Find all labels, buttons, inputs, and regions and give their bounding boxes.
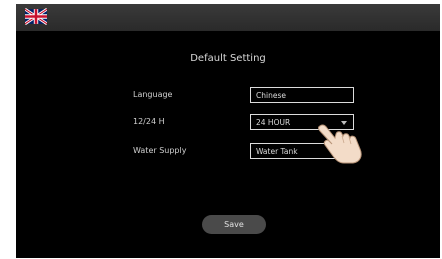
- pointing-hand-icon: [318, 124, 362, 164]
- language-field[interactable]: Chinese: [250, 87, 354, 103]
- language-value: Chinese: [256, 91, 286, 100]
- time-format-label: 12/24 H: [133, 117, 165, 126]
- time-format-value: 24 HOUR: [256, 118, 291, 127]
- top-bar: [16, 4, 440, 31]
- save-button[interactable]: Save: [202, 215, 266, 234]
- water-supply-label: Water Supply: [133, 146, 187, 155]
- page-title: Default Setting: [190, 53, 266, 64]
- language-label: Language: [133, 90, 173, 99]
- water-supply-value: Water Tank: [256, 147, 298, 156]
- settings-screen: Default Setting Language Chinese 12/24 H…: [16, 4, 440, 258]
- uk-flag-icon[interactable]: [25, 8, 47, 25]
